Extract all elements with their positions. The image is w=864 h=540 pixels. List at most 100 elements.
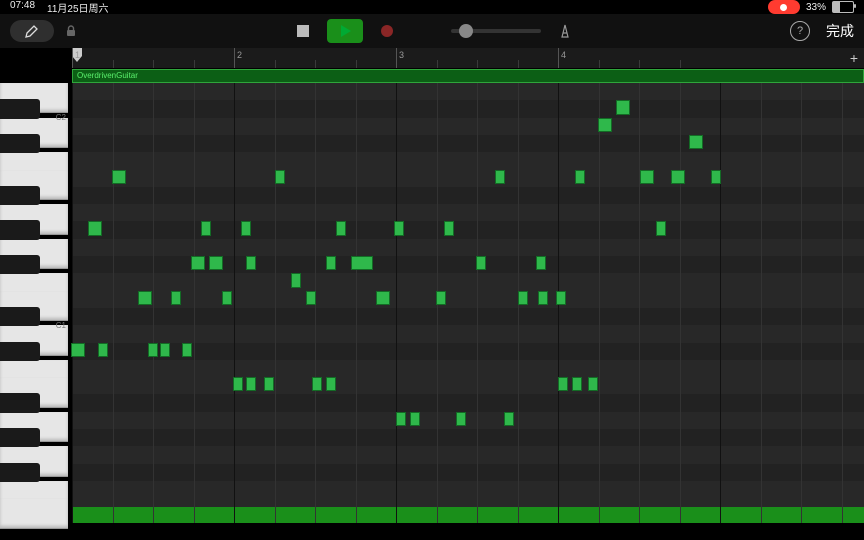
midi-note[interactable]	[191, 256, 205, 270]
edit-mode-button[interactable]	[10, 20, 54, 42]
midi-note[interactable]	[171, 291, 181, 305]
grid-row	[72, 273, 864, 290]
stop-icon	[296, 24, 310, 38]
battery-icon	[832, 1, 854, 13]
midi-note[interactable]	[711, 170, 721, 184]
midi-note[interactable]	[518, 291, 528, 305]
midi-note[interactable]	[182, 343, 192, 357]
midi-note[interactable]	[160, 343, 170, 357]
midi-note[interactable]	[656, 221, 666, 235]
bar-label: 1	[75, 50, 80, 60]
midi-note[interactable]	[689, 135, 703, 149]
midi-note[interactable]	[538, 291, 548, 305]
midi-note[interactable]	[640, 170, 654, 184]
piano-keyboard[interactable]: C2 C1	[0, 83, 72, 523]
midi-note[interactable]	[222, 291, 232, 305]
piano-roll-editor: C2 C1	[0, 83, 864, 523]
grid-row	[72, 221, 864, 238]
midi-note[interactable]	[495, 170, 505, 184]
play-icon	[338, 24, 352, 38]
piano-black-key[interactable]	[0, 220, 40, 239]
octave-label-c2: C2	[56, 113, 66, 122]
midi-note[interactable]	[233, 377, 243, 391]
midi-note[interactable]	[148, 343, 158, 357]
help-button[interactable]: ?	[790, 21, 810, 41]
region-header[interactable]: OverdrivenGuitar	[72, 69, 864, 83]
record-button[interactable]	[373, 19, 401, 43]
midi-note[interactable]	[275, 170, 285, 184]
status-date: 11月25日周六	[47, 0, 109, 15]
midi-note[interactable]	[112, 170, 126, 184]
grid-row	[72, 83, 864, 100]
grid-row	[72, 498, 864, 515]
piano-black-key[interactable]	[0, 255, 40, 274]
midi-note[interactable]	[291, 273, 301, 287]
play-button[interactable]	[327, 19, 363, 43]
piano-black-key[interactable]	[0, 99, 40, 118]
midi-note[interactable]	[436, 291, 446, 305]
grid-row	[72, 464, 864, 481]
status-time: 07:48	[10, 0, 35, 15]
midi-note[interactable]	[456, 412, 466, 426]
stop-button[interactable]	[289, 19, 317, 43]
volume-slider[interactable]	[451, 29, 541, 33]
midi-note[interactable]	[138, 291, 152, 305]
midi-note[interactable]	[326, 377, 336, 391]
grid-row	[72, 394, 864, 411]
piano-white-key[interactable]	[0, 498, 68, 528]
midi-note[interactable]	[326, 256, 336, 270]
timeline-ruler[interactable]: + 1234	[72, 48, 864, 69]
midi-note[interactable]	[351, 256, 373, 270]
midi-note[interactable]	[396, 412, 406, 426]
grid-row	[72, 377, 864, 394]
pencil-icon	[24, 23, 40, 39]
done-button[interactable]: 完成	[826, 21, 854, 41]
grid-row	[72, 308, 864, 325]
piano-black-key[interactable]	[0, 307, 40, 326]
midi-note[interactable]	[504, 412, 514, 426]
midi-note[interactable]	[476, 256, 486, 270]
midi-note[interactable]	[264, 377, 274, 391]
piano-black-key[interactable]	[0, 393, 40, 412]
grid-row	[72, 360, 864, 377]
midi-note[interactable]	[556, 291, 566, 305]
screen-recording-indicator[interactable]	[768, 0, 800, 14]
midi-note[interactable]	[209, 256, 223, 270]
add-section-button[interactable]: +	[850, 50, 858, 66]
octave-label-c1: C1	[56, 321, 66, 330]
piano-black-key[interactable]	[0, 463, 40, 482]
grid-row	[72, 239, 864, 256]
midi-note[interactable]	[444, 221, 454, 235]
midi-note[interactable]	[306, 291, 316, 305]
piano-black-key[interactable]	[0, 428, 40, 447]
midi-note[interactable]	[336, 221, 346, 235]
midi-note[interactable]	[246, 377, 256, 391]
midi-note[interactable]	[575, 170, 585, 184]
midi-note[interactable]	[88, 221, 102, 235]
midi-note[interactable]	[671, 170, 685, 184]
piano-black-key[interactable]	[0, 134, 40, 153]
midi-note[interactable]	[312, 377, 322, 391]
grid-row	[72, 291, 864, 308]
grid-row	[72, 429, 864, 446]
midi-note[interactable]	[246, 256, 256, 270]
midi-note[interactable]	[616, 100, 630, 114]
piano-black-key[interactable]	[0, 186, 40, 205]
midi-note[interactable]	[71, 343, 85, 357]
midi-note[interactable]	[98, 343, 108, 357]
metronome-button[interactable]	[551, 19, 579, 43]
midi-note[interactable]	[201, 221, 211, 235]
midi-note[interactable]	[410, 412, 420, 426]
midi-note[interactable]	[598, 118, 612, 132]
note-grid[interactable]	[72, 83, 864, 523]
midi-note[interactable]	[241, 221, 251, 235]
grid-row	[72, 204, 864, 221]
midi-note[interactable]	[376, 291, 390, 305]
piano-black-key[interactable]	[0, 342, 40, 361]
grid-row	[72, 187, 864, 204]
midi-note[interactable]	[558, 377, 568, 391]
midi-note[interactable]	[536, 256, 546, 270]
midi-note[interactable]	[394, 221, 404, 235]
midi-note[interactable]	[572, 377, 582, 391]
midi-note[interactable]	[588, 377, 598, 391]
